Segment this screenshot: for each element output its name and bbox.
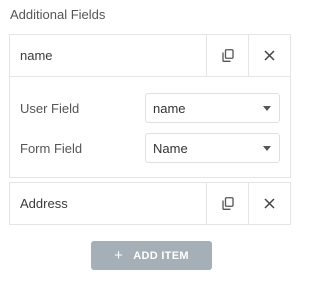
repeater-item-title[interactable]: Address xyxy=(10,183,206,224)
form-field-value: Name xyxy=(153,140,188,156)
copy-icon xyxy=(221,197,234,210)
add-item-label: ADD ITEM xyxy=(133,249,189,262)
copy-icon xyxy=(221,49,234,62)
repeater-item-address: Address xyxy=(9,182,291,225)
form-field-label: Form Field xyxy=(20,140,83,156)
close-icon xyxy=(264,198,275,209)
repeater-item-body: User Field name Form Field Name xyxy=(10,76,290,177)
remove-button[interactable] xyxy=(248,35,290,76)
form-field-select[interactable]: Name xyxy=(145,133,280,163)
user-field-select[interactable]: name xyxy=(145,93,280,123)
chevron-down-icon xyxy=(263,105,271,111)
repeater-item-name: name User Field name Form Field Name xyxy=(9,34,291,178)
user-field-label: User Field xyxy=(20,100,80,116)
repeater-item-title[interactable]: name xyxy=(10,35,206,76)
section-title: Additional Fields xyxy=(10,7,106,22)
user-field-value: name xyxy=(153,100,186,116)
add-item-button[interactable]: + ADD ITEM xyxy=(91,241,212,270)
chevron-down-icon xyxy=(263,145,271,151)
form-field-row: Form Field Name xyxy=(20,133,280,163)
close-icon xyxy=(264,50,275,61)
user-field-row: User Field name xyxy=(20,93,280,123)
repeater-item-header: Address xyxy=(10,183,290,224)
duplicate-button[interactable] xyxy=(206,183,248,224)
remove-button[interactable] xyxy=(248,183,290,224)
repeater-item-header: name xyxy=(10,35,290,76)
duplicate-button[interactable] xyxy=(206,35,248,76)
plus-icon: + xyxy=(114,247,124,264)
